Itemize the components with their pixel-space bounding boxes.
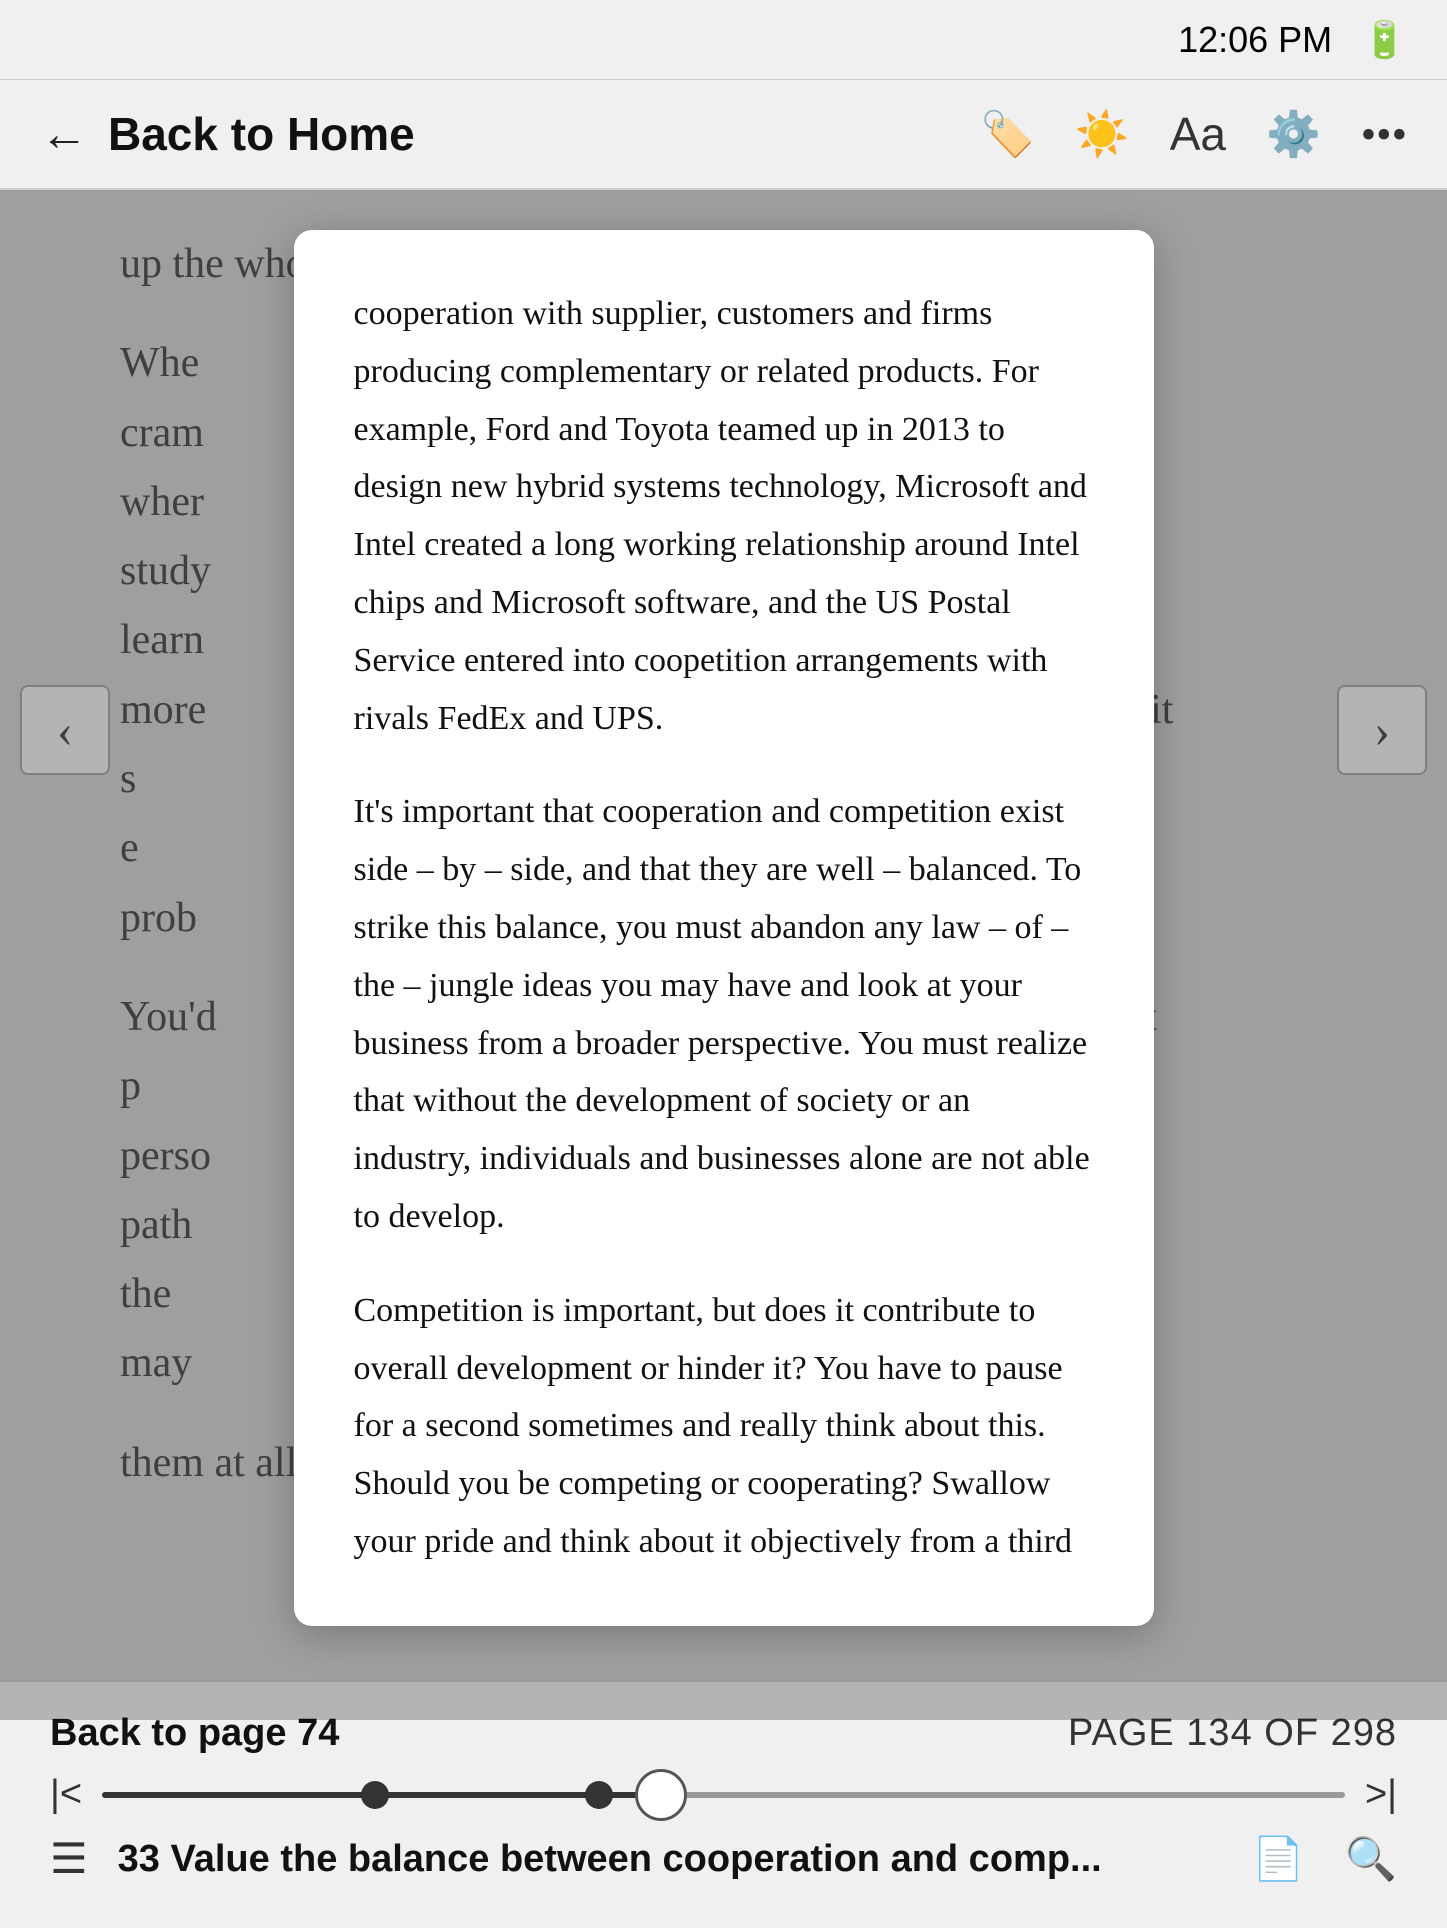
progress-thumb-2[interactable]: [585, 1781, 613, 1809]
go-to-start-button[interactable]: |<: [50, 1773, 82, 1816]
toolbar-left: ☰ 33 Value the balance between cooperati…: [50, 1834, 1102, 1884]
go-to-end-button[interactable]: >|: [1365, 1773, 1397, 1816]
status-bar: 12:06 PM 🔋: [0, 0, 1447, 80]
brightness-icon[interactable]: ☀️: [1075, 108, 1130, 160]
popup-paragraph-1: cooperation with supplier, customers and…: [354, 285, 1094, 747]
nav-left: ← Back to Home: [40, 107, 415, 162]
bottom-toolbar: ☰ 33 Value the balance between cooperati…: [0, 1834, 1447, 1904]
more-options-icon[interactable]: •••: [1361, 109, 1407, 160]
popup-overlay: cooperation with supplier, customers and…: [0, 190, 1447, 1720]
search-icon[interactable]: 🔍: [1345, 1835, 1397, 1884]
font-size-icon[interactable]: Aa: [1170, 107, 1226, 161]
toc-icon[interactable]: ☰: [50, 1834, 88, 1884]
popup-card: cooperation with supplier, customers and…: [294, 230, 1154, 1626]
progress-thumb-main[interactable]: [635, 1769, 687, 1821]
chapter-title: 33 Value the balance between cooperation…: [118, 1838, 1102, 1881]
notes-icon[interactable]: 📄: [1252, 1835, 1304, 1884]
status-time: 12:06 PM: [1178, 19, 1332, 61]
back-arrow-icon[interactable]: ←: [40, 107, 88, 162]
battery-icon: 🔋: [1362, 19, 1407, 61]
settings-icon[interactable]: ⚙️: [1266, 108, 1321, 160]
progress-track[interactable]: [102, 1792, 1345, 1798]
bookmark-icon[interactable]: 🏷️: [980, 108, 1035, 160]
nav-right: 🏷️ ☀️ Aa ⚙️ •••: [980, 107, 1407, 161]
progress-thumb-1[interactable]: [361, 1781, 389, 1809]
reader-area: up the whole night before. Whe cram: [0, 190, 1447, 1720]
nav-bar: ← Back to Home 🏷️ ☀️ Aa ⚙️ •••: [0, 80, 1447, 190]
popup-paragraph-2: It's important that cooperation and comp…: [354, 783, 1094, 1245]
progress-bar-area: |< >|: [0, 1755, 1447, 1834]
back-to-home-button[interactable]: Back to Home: [108, 107, 415, 161]
popup-paragraph-3: Competition is important, but does it co…: [354, 1282, 1094, 1571]
toolbar-right: 📄 🔍: [1252, 1835, 1397, 1884]
